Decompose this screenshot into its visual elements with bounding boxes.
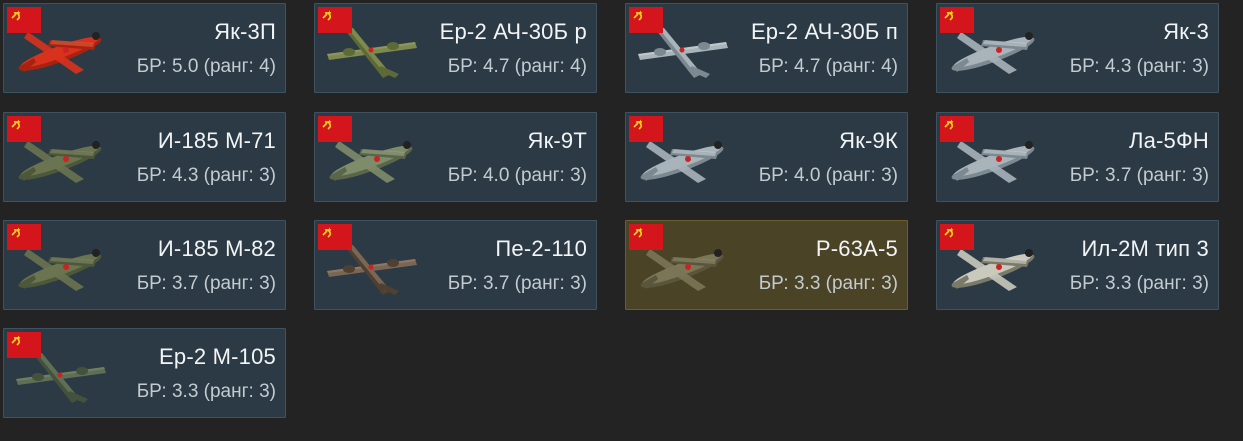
ussr-flag-icon (940, 7, 974, 33)
ussr-flag-icon (629, 7, 663, 33)
vehicle-card[interactable]: Як-9К БР: 4.0 (ранг: 3) (625, 112, 908, 202)
vehicle-card[interactable]: Як-3П БР: 5.0 (ранг: 4) (3, 3, 286, 93)
vehicle-name: Як-9Т (527, 128, 587, 153)
ussr-flag-icon (7, 7, 41, 33)
vehicle-name: Як-3 (1163, 19, 1209, 44)
vehicle-battle-rating: БР: 4.3 (ранг: 3) (1069, 56, 1209, 77)
vehicle-name: Ер-2 АЧ-30Б п (750, 19, 898, 44)
vehicle-battle-rating: БР: 4.7 (ранг: 4) (447, 56, 587, 77)
vehicle-battle-rating: БР: 5.0 (ранг: 4) (136, 56, 276, 77)
vehicle-name: Ил-2М тип 3 (1081, 236, 1209, 261)
vehicle-card[interactable]: Ер-2 АЧ-30Б п БР: 4.7 (ранг: 4) (625, 3, 908, 93)
vehicle-name: Ла-5ФН (1128, 128, 1209, 153)
vehicle-card[interactable]: И-185 М-71 БР: 4.3 (ранг: 3) (3, 112, 286, 202)
vehicle-name: Р-63А-5 (815, 236, 898, 261)
ussr-flag-icon (318, 224, 352, 250)
vehicle-battle-rating: БР: 3.7 (ранг: 3) (1069, 165, 1209, 186)
vehicle-card[interactable]: Р-63А-5 БР: 3.3 (ранг: 3) (625, 220, 908, 310)
vehicle-card[interactable]: Ил-2М тип 3 БР: 3.3 (ранг: 3) (936, 220, 1219, 310)
vehicle-battle-rating: БР: 3.3 (ранг: 3) (758, 273, 898, 294)
vehicle-battle-rating: БР: 4.7 (ранг: 4) (758, 56, 898, 77)
ussr-flag-icon (318, 116, 352, 142)
vehicle-card[interactable]: И-185 М-82 БР: 3.7 (ранг: 3) (3, 220, 286, 310)
vehicle-card[interactable]: Як-9Т БР: 4.0 (ранг: 3) (314, 112, 597, 202)
vehicle-battle-rating: БР: 3.3 (ранг: 3) (1069, 273, 1209, 294)
ussr-flag-icon (7, 224, 41, 250)
ussr-flag-icon (318, 7, 352, 33)
vehicle-card[interactable]: Ла-5ФН БР: 3.7 (ранг: 3) (936, 112, 1219, 202)
vehicle-card[interactable]: Ер-2 АЧ-30Б р БР: 4.7 (ранг: 4) (314, 3, 597, 93)
ussr-flag-icon (7, 116, 41, 142)
ussr-flag-icon (940, 116, 974, 142)
ussr-flag-icon (940, 224, 974, 250)
vehicle-battle-rating: БР: 4.0 (ранг: 3) (447, 165, 587, 186)
vehicle-battle-rating: БР: 4.3 (ранг: 3) (136, 165, 276, 186)
vehicle-battle-rating: БР: 4.0 (ранг: 3) (758, 165, 898, 186)
vehicle-battle-rating: БР: 3.7 (ранг: 3) (136, 273, 276, 294)
vehicle-card[interactable]: Пе-2-110 БР: 3.7 (ранг: 3) (314, 220, 597, 310)
vehicle-name: Як-9К (839, 128, 898, 153)
vehicle-card[interactable]: Ер-2 М-105 БР: 3.3 (ранг: 3) (3, 328, 286, 418)
vehicle-name: Як-3П (214, 19, 276, 44)
vehicle-battle-rating: БР: 3.7 (ранг: 3) (447, 273, 587, 294)
vehicle-name: Ер-2 АЧ-30Б р (439, 19, 587, 44)
vehicle-grid: Як-3П БР: 5.0 (ранг: 4) Ер-2 АЧ-30Б р БР: … (0, 0, 1243, 441)
vehicle-name: И-185 М-71 (157, 128, 276, 153)
ussr-flag-icon (629, 224, 663, 250)
vehicle-name: Пе-2-110 (495, 236, 587, 261)
vehicle-battle-rating: БР: 3.3 (ранг: 3) (136, 381, 276, 402)
vehicle-name: И-185 М-82 (157, 236, 276, 261)
ussr-flag-icon (7, 332, 41, 358)
ussr-flag-icon (629, 116, 663, 142)
vehicle-name: Ер-2 М-105 (159, 344, 276, 369)
vehicle-card[interactable]: Як-3 БР: 4.3 (ранг: 3) (936, 3, 1219, 93)
